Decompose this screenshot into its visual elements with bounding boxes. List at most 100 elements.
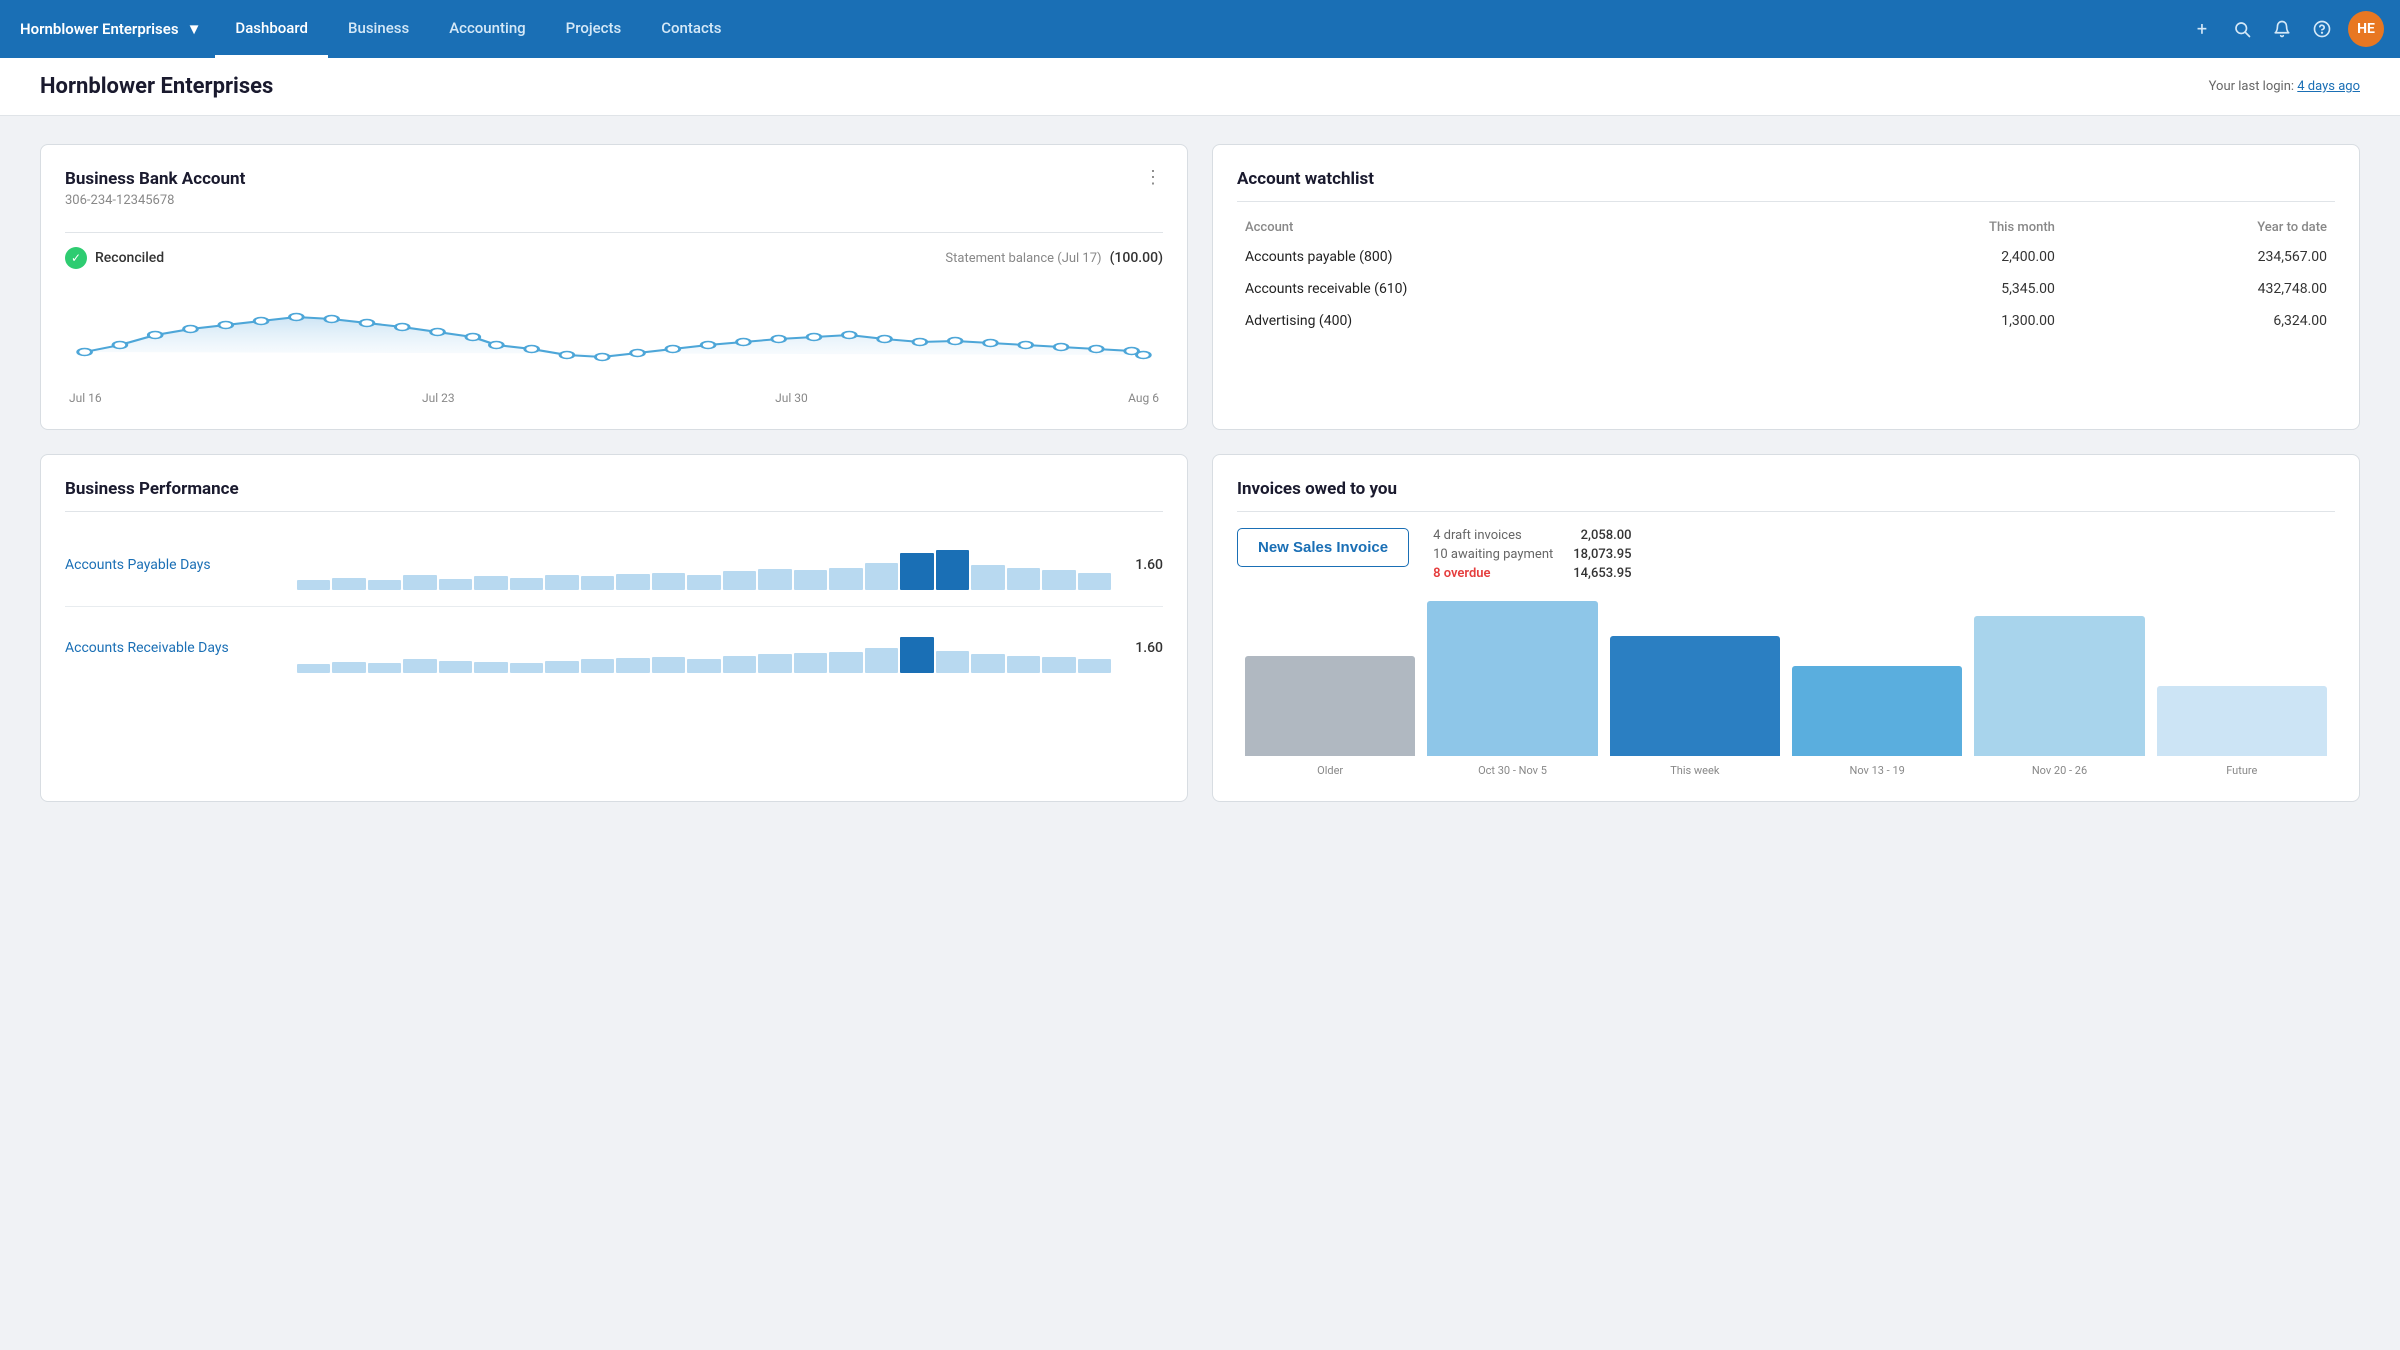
perf-bar — [616, 658, 649, 673]
invoices-bar-chart: Older Oct 30 - Nov 5 This week Nov 13 - … — [1237, 597, 2335, 777]
watchlist-ytd-1: 432,748.00 — [2063, 273, 2335, 305]
perf-bar — [1007, 656, 1040, 674]
invoice-stat-draft: 4 draft invoices 2,058.00 — [1433, 528, 1631, 543]
perf-bar — [332, 578, 365, 591]
chart-label-jul16: Jul 16 — [69, 391, 102, 405]
watchlist-divider — [1237, 201, 2335, 202]
perf-bar-highlight — [900, 553, 933, 591]
bar-group-nov20: Nov 20 - 26 — [1974, 616, 2144, 777]
watchlist-account-1: Accounts receivable (610) — [1237, 273, 1803, 305]
nav-contacts[interactable]: Contacts — [641, 0, 741, 58]
nav-projects[interactable]: Projects — [546, 0, 642, 58]
reconciled-status: ✓ Reconciled — [65, 247, 164, 269]
bank-chart — [65, 277, 1163, 387]
watchlist-title: Account watchlist — [1237, 169, 2335, 189]
perf-bar — [936, 651, 969, 674]
bar-older — [1245, 656, 1415, 756]
bar-label-nov13: Nov 13 - 19 — [1849, 764, 1904, 777]
invoices-top: New Sales Invoice 4 draft invoices 2,058… — [1237, 528, 2335, 581]
invoice-stat-draft-amount: 2,058.00 — [1581, 528, 1632, 543]
perf-bar — [616, 574, 649, 590]
last-login: Your last login: 4 days ago — [2209, 79, 2360, 94]
perf-bar — [297, 580, 330, 590]
reconciled-row: ✓ Reconciled Statement balance (Jul 17) … — [65, 247, 1163, 269]
perf-bars-0 — [297, 540, 1111, 590]
perf-bar-highlight — [936, 550, 969, 590]
perf-bar — [474, 576, 507, 590]
check-icon: ✓ — [65, 247, 87, 269]
chart-x-labels: Jul 16 Jul 23 Jul 30 Aug 6 — [65, 391, 1163, 405]
invoice-stat-overdue-label: 8 overdue — [1433, 566, 1490, 581]
bar-label-nov20: Nov 20 - 26 — [2032, 764, 2087, 777]
bank-title-group: Business Bank Account 306-234-12345678 — [65, 169, 245, 220]
performance-title: Business Performance — [65, 479, 1163, 499]
bar-label-future: Future — [2226, 764, 2257, 777]
perf-bar — [545, 575, 578, 590]
nav-accounting[interactable]: Accounting — [429, 0, 545, 58]
perf-bar — [971, 654, 1004, 673]
bar-future — [2157, 686, 2327, 756]
bank-header: Business Bank Account 306-234-12345678 ⋮ — [65, 169, 1163, 220]
perf-bar — [687, 575, 720, 590]
perf-bar — [510, 578, 543, 591]
nav-dashboard[interactable]: Dashboard — [215, 0, 328, 58]
performance-card: Business Performance Accounts Payable Da… — [40, 454, 1188, 802]
perf-value-0: 1.60 — [1123, 557, 1163, 573]
perf-row-1: Accounts Receivable Days — [65, 607, 1163, 689]
perf-bar — [829, 652, 862, 673]
page-title: Hornblower Enterprises — [40, 74, 273, 99]
bank-account-number: 306-234-12345678 — [65, 193, 245, 208]
watchlist-col-ytd: Year to date — [2063, 214, 2335, 241]
perf-bar-highlight — [900, 637, 933, 673]
perf-bar — [510, 663, 543, 673]
perf-bar — [687, 659, 720, 673]
performance-divider — [65, 511, 1163, 512]
perf-bar — [1078, 659, 1111, 673]
perf-bar — [297, 664, 330, 673]
nav-business[interactable]: Business — [328, 0, 429, 58]
perf-bar — [545, 661, 578, 674]
invoice-stat-overdue: 8 overdue 14,653.95 — [1433, 566, 1631, 581]
perf-bar — [439, 579, 472, 590]
bar-group-thisweek: This week — [1610, 636, 1780, 777]
perf-row-0: Accounts Payable Days — [65, 524, 1163, 607]
watchlist-card: Account watchlist Account This month Yea… — [1212, 144, 2360, 430]
invoices-card: Invoices owed to you New Sales Invoice 4… — [1212, 454, 2360, 802]
perf-bar — [865, 648, 898, 673]
add-button[interactable]: + — [2184, 11, 2220, 47]
nav-right: + HE — [2184, 11, 2384, 47]
bar-group-nov13: Nov 13 - 19 — [1792, 666, 1962, 777]
invoice-stat-awaiting-label: 10 awaiting payment — [1433, 547, 1553, 562]
watchlist-ytd-2: 6,324.00 — [2063, 305, 2335, 337]
invoices-divider — [1237, 511, 2335, 512]
watchlist-table: Account This month Year to date Accounts… — [1237, 214, 2335, 337]
bell-button[interactable] — [2264, 11, 2300, 47]
watchlist-col-account: Account — [1237, 214, 1803, 241]
nav-links: Dashboard Business Accounting Projects C… — [215, 0, 2184, 58]
perf-label-0[interactable]: Accounts Payable Days — [65, 557, 285, 573]
invoice-stats: 4 draft invoices 2,058.00 10 awaiting pa… — [1433, 528, 1631, 581]
perf-bar — [829, 568, 862, 591]
bar-nov20 — [1974, 616, 2144, 756]
perf-bar — [865, 563, 898, 591]
bank-menu-dots[interactable]: ⋮ — [1144, 169, 1163, 187]
perf-bar — [652, 573, 685, 591]
watchlist-row-0: Accounts payable (800) 2,400.00 234,567.… — [1237, 241, 2335, 273]
watchlist-header-row: Account This month Year to date — [1237, 214, 2335, 241]
search-button[interactable] — [2224, 11, 2260, 47]
last-login-link[interactable]: 4 days ago — [2297, 79, 2360, 94]
chart-label-aug6: Aug 6 — [1128, 391, 1159, 405]
invoice-stat-awaiting-amount: 18,073.95 — [1573, 547, 1631, 562]
perf-bar — [1042, 570, 1075, 590]
help-button[interactable] — [2304, 11, 2340, 47]
watchlist-row-2: Advertising (400) 1,300.00 6,324.00 — [1237, 305, 2335, 337]
invoices-title: Invoices owed to you — [1237, 479, 2335, 499]
new-sales-invoice-button[interactable]: New Sales Invoice — [1237, 528, 1409, 567]
bank-card-title: Business Bank Account — [65, 169, 245, 189]
invoice-stat-overdue-amount: 14,653.95 — [1573, 566, 1631, 581]
avatar[interactable]: HE — [2348, 11, 2384, 47]
brand-button[interactable]: Hornblower Enterprises ▼ — [16, 20, 215, 38]
bar-group-older: Older — [1245, 656, 1415, 777]
bar-nov13 — [1792, 666, 1962, 756]
perf-label-1[interactable]: Accounts Receivable Days — [65, 640, 285, 656]
